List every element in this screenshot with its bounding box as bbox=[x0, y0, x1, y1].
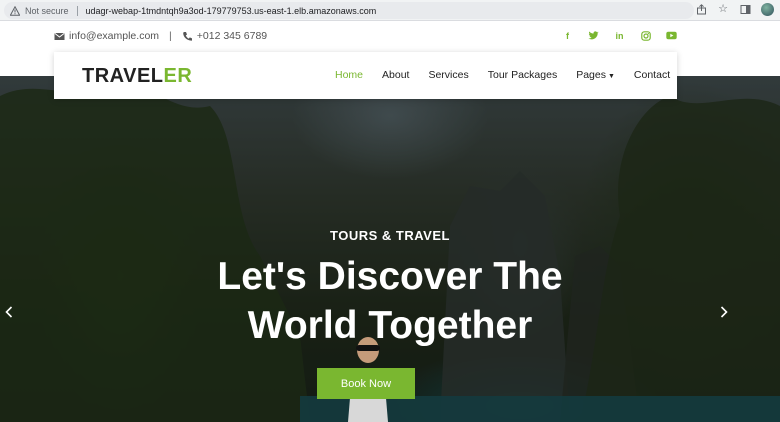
instagram-icon[interactable] bbox=[640, 30, 651, 41]
topbar: info@example.com | +012 345 6789 f in bbox=[0, 21, 780, 51]
social-links: f in bbox=[562, 30, 677, 41]
warning-icon bbox=[10, 5, 20, 16]
nav-item-services[interactable]: Services bbox=[428, 69, 468, 81]
nav-item-about[interactable]: About bbox=[382, 69, 409, 81]
hero-title-line-2: World Together bbox=[247, 304, 533, 347]
omnibox-divider bbox=[76, 5, 78, 16]
phone-icon bbox=[182, 31, 192, 41]
profile-avatar[interactable] bbox=[761, 3, 774, 16]
url-text[interactable]: udagr-webap-1tmdntqh9a3od-179779753.us-e… bbox=[86, 6, 377, 16]
caret-down-icon: ▼ bbox=[607, 73, 615, 80]
main-navbar: TRAVELER Home About Services Tour Packag… bbox=[54, 52, 677, 99]
twitter-icon[interactable] bbox=[588, 30, 599, 41]
book-now-button[interactable]: Book Now bbox=[317, 368, 415, 399]
email-text[interactable]: info@example.com bbox=[69, 30, 159, 42]
carousel-prev-button[interactable] bbox=[2, 302, 16, 322]
linkedin-icon[interactable]: in bbox=[614, 30, 625, 41]
chevron-right-icon bbox=[720, 306, 728, 318]
security-label[interactable]: Not secure bbox=[25, 6, 69, 16]
address-bar[interactable]: Not secure udagr-webap-1tmdntqh9a3od-179… bbox=[4, 2, 694, 19]
hero-subtitle: TOURS & TRAVEL bbox=[330, 228, 450, 243]
facebook-icon[interactable]: f bbox=[562, 30, 573, 41]
hero-carousel: TOURS & TRAVEL Let's Discover The World … bbox=[0, 76, 780, 422]
nav-item-home[interactable]: Home bbox=[335, 69, 363, 81]
contact-separator: | bbox=[169, 30, 172, 42]
nav-menu: Home About Services Tour Packages Pages ▼… bbox=[335, 69, 670, 81]
share-icon[interactable] bbox=[695, 4, 707, 16]
logo-main: TRAVEL bbox=[82, 65, 164, 87]
hero-title: Let's Discover The World Together bbox=[0, 252, 780, 350]
envelope-icon bbox=[54, 32, 65, 40]
logo-accent: ER bbox=[163, 65, 193, 87]
nav-item-pages-label: Pages bbox=[576, 69, 606, 81]
nav-item-contact[interactable]: Contact bbox=[634, 69, 670, 81]
youtube-icon[interactable] bbox=[666, 30, 677, 41]
phone-text[interactable]: +012 345 6789 bbox=[197, 30, 267, 42]
bookmark-star-icon[interactable]: ☆ bbox=[717, 4, 729, 16]
carousel-next-button[interactable] bbox=[717, 302, 731, 322]
hero-title-line-1: Let's Discover The bbox=[217, 255, 563, 298]
browser-actions: ☆ bbox=[695, 3, 774, 16]
browser-toolbar: Not secure udagr-webap-1tmdntqh9a3od-179… bbox=[0, 0, 780, 21]
chevron-left-icon bbox=[5, 306, 13, 318]
nav-item-pages[interactable]: Pages ▼ bbox=[576, 69, 615, 81]
contact-info: info@example.com | +012 345 6789 bbox=[54, 30, 267, 42]
site-logo[interactable]: TRAVELER bbox=[82, 65, 192, 88]
nav-item-tour-packages[interactable]: Tour Packages bbox=[488, 69, 557, 81]
sidepanel-icon[interactable] bbox=[739, 4, 751, 16]
